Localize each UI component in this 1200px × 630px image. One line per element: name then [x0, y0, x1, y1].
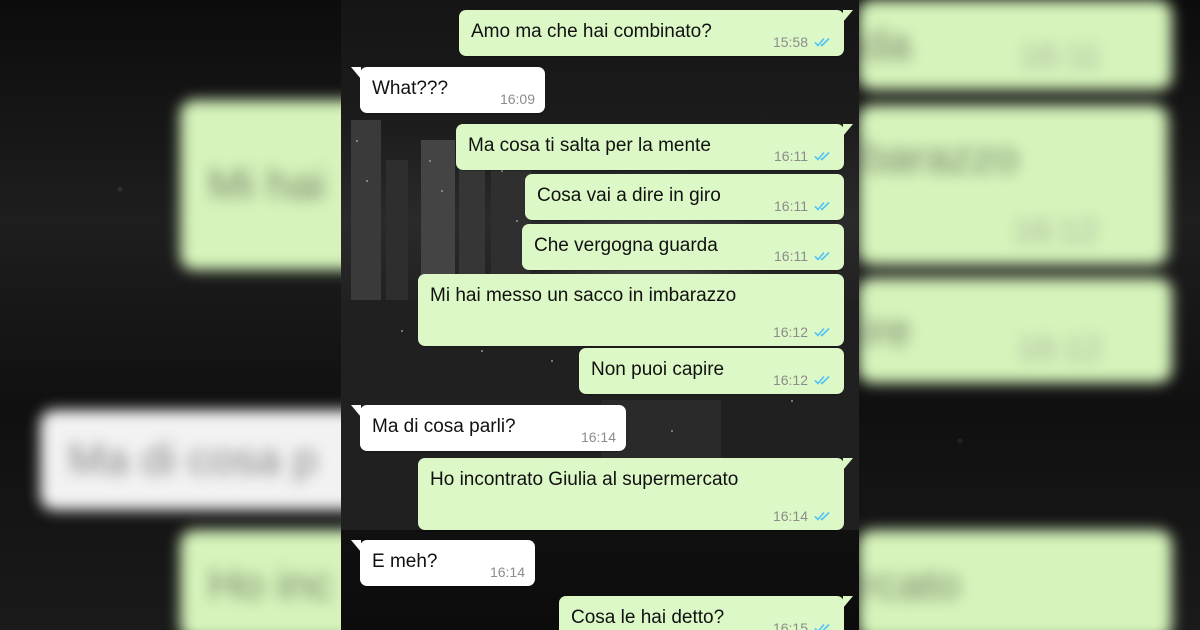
- message-text: Ho incontrato Giulia al supermercato: [430, 469, 739, 490]
- read-double-check-icon: [814, 327, 830, 337]
- message-time: 15:58: [772, 34, 808, 50]
- message-time: 16:15: [772, 620, 808, 630]
- backdrop-bubble-text: Ma di cosa p: [68, 435, 318, 484]
- message-text: Che vergogna guarda: [534, 235, 718, 256]
- message-outgoing[interactable]: Cosa le hai detto? 16:15: [559, 596, 853, 630]
- backdrop-bubble-text: ire: [862, 305, 911, 355]
- message-text: E meh?: [372, 551, 438, 572]
- backdrop-bubble-text: Ho inc: [208, 560, 333, 609]
- message-outgoing[interactable]: Che vergogna guarda 16:11: [522, 224, 844, 270]
- backdrop-bubble: da 16:11: [858, 0, 1172, 90]
- message-time: 16:14: [489, 564, 525, 580]
- message-outgoing[interactable]: Non puoi capire 16:12: [579, 348, 844, 394]
- read-double-check-icon: [814, 201, 830, 211]
- backdrop-bubble: Ma di cosa p: [40, 410, 388, 510]
- backdrop-bubble-text: Mi hai: [208, 160, 326, 209]
- chat-screenshot-panel: Amo ma che hai combinato? 15:58 What??? …: [341, 0, 859, 630]
- message-time: 16:14: [772, 508, 808, 524]
- backdrop-bubble-text: rcato: [862, 560, 960, 609]
- read-double-check-icon: [814, 375, 830, 385]
- backdrop-bubble-time: 16:12: [1012, 212, 1098, 250]
- message-text: Amo ma che hai combinato?: [471, 21, 712, 42]
- read-double-check-icon: [814, 623, 830, 630]
- read-double-check-icon: [814, 37, 830, 47]
- message-incoming[interactable]: What??? 16:09: [351, 67, 545, 113]
- message-time: 16:12: [772, 324, 808, 340]
- message-text: Ma di cosa parli?: [372, 416, 516, 437]
- message-outgoing[interactable]: Ho incontrato Giulia al supermercato 16:…: [418, 458, 853, 530]
- message-text: Mi hai messo un sacco in imbarazzo: [430, 285, 737, 306]
- message-outgoing[interactable]: Amo ma che hai combinato? 15:58: [459, 10, 853, 56]
- message-time: 16:09: [499, 91, 535, 107]
- read-double-check-icon: [814, 151, 830, 161]
- message-text: Ma cosa ti salta per la mente: [468, 135, 711, 156]
- message-time: 16:11: [774, 248, 808, 264]
- message-time: 16:14: [580, 429, 616, 445]
- backdrop-bubble-text: da: [862, 20, 911, 69]
- message-time: 16:11: [774, 148, 808, 164]
- backdrop-bubble-time: 16:11: [1019, 37, 1102, 75]
- read-double-check-icon: [814, 251, 830, 261]
- message-time: 16:11: [774, 198, 808, 214]
- message-outgoing[interactable]: Mi hai messo un sacco in imbarazzo 16:12: [418, 274, 844, 346]
- message-text: Non puoi capire: [591, 359, 725, 380]
- backdrop-bubble: rcato: [858, 530, 1172, 630]
- message-time: 16:12: [772, 372, 808, 388]
- backdrop-bubble: ire 16:12: [858, 278, 1172, 383]
- message-incoming[interactable]: Ma di cosa parli? 16:14: [351, 405, 626, 451]
- backdrop-bubble-text: barazzo: [862, 133, 1019, 182]
- message-text: Cosa le hai detto?: [571, 607, 725, 628]
- backdrop-bubble-time: 16:12: [1016, 330, 1102, 368]
- message-text: Cosa vai a dire in giro: [537, 185, 721, 206]
- read-double-check-icon: [814, 511, 830, 521]
- message-outgoing[interactable]: Cosa vai a dire in giro 16:11: [525, 174, 844, 220]
- message-incoming[interactable]: E meh? 16:14: [351, 540, 535, 586]
- backdrop-bubble: barazzo 16:12: [858, 105, 1168, 265]
- message-outgoing[interactable]: Ma cosa ti salta per la mente 16:11: [456, 124, 853, 170]
- message-text: What???: [372, 78, 449, 99]
